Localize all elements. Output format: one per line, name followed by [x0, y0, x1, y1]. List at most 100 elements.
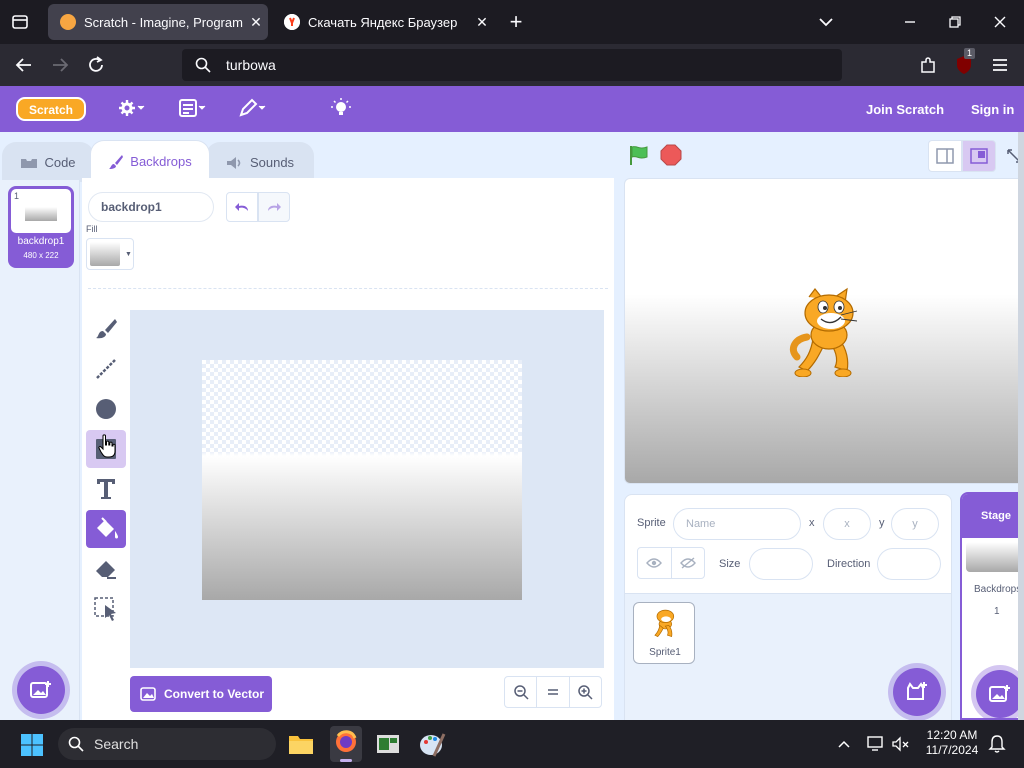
- restore-button[interactable]: [945, 12, 965, 32]
- file-explorer-icon[interactable]: [288, 732, 314, 756]
- paint-app-icon[interactable]: [418, 730, 446, 758]
- network-icon[interactable]: [866, 735, 886, 753]
- notification-bell-icon[interactable]: [988, 734, 1006, 754]
- minimize-button[interactable]: [900, 12, 920, 32]
- extensions-icon[interactable]: [916, 53, 940, 77]
- tab-label: Code: [44, 155, 76, 170]
- direction-label: Direction: [827, 558, 871, 570]
- backdrop-index: 1: [14, 191, 20, 201]
- close-icon[interactable]: ✕: [470, 14, 494, 31]
- green-flag-icon: [630, 146, 648, 165]
- fill-color-picker[interactable]: ▼: [86, 238, 134, 270]
- choose-backdrop-button[interactable]: [17, 666, 65, 714]
- tab-title: Scratch - Imagine, Program, Share: [84, 14, 244, 30]
- tab-scratch[interactable]: Scratch - Imagine, Program, Share ✕: [48, 4, 268, 40]
- stage-selector-panel[interactable]: Stage Backdrops 1: [960, 492, 1024, 720]
- tool-circle[interactable]: [86, 390, 126, 428]
- tab-label: Sounds: [249, 155, 295, 170]
- start-button[interactable]: [20, 733, 44, 757]
- address-bar[interactable]: turbowa: [182, 49, 842, 81]
- tutorials-button[interactable]: [330, 86, 352, 132]
- browser-tab-bar: Scratch - Imagine, Program, Share ✕ Скач…: [0, 0, 1024, 44]
- sprite-name-input[interactable]: Name: [673, 508, 801, 540]
- green-flag-button[interactable]: [628, 144, 650, 166]
- tab-backdrops[interactable]: Backdrops: [90, 140, 210, 182]
- redo-button[interactable]: [258, 192, 290, 222]
- tab-code[interactable]: Code: [2, 142, 94, 182]
- sign-in-link[interactable]: Sign in: [971, 86, 1014, 132]
- paintbrush-icon: [108, 154, 124, 170]
- ublock-icon[interactable]: 1: [952, 48, 976, 77]
- settings-menu[interactable]: [118, 86, 146, 132]
- stop-button[interactable]: [660, 144, 682, 166]
- backdrop-item-1[interactable]: 1 backdrop1 480 x 222: [8, 186, 74, 268]
- svg-text:Scratch: Scratch: [29, 103, 73, 117]
- firefox-icon[interactable]: [330, 726, 362, 762]
- show-sprite-toggle[interactable]: [637, 547, 705, 579]
- paint-editor: backdrop1 Fill ▼ Convert to Vector: [82, 178, 614, 720]
- clock[interactable]: 12:20 AM 11/7/2024: [920, 728, 984, 760]
- tool-line[interactable]: [86, 350, 126, 388]
- size-input[interactable]: [749, 548, 813, 580]
- cat-plus-icon: [907, 682, 927, 700]
- paint-canvas-area[interactable]: [130, 310, 604, 668]
- tool-brush[interactable]: [86, 310, 126, 348]
- tool-text[interactable]: [86, 470, 126, 508]
- sprite-thumbnail-icon: [654, 609, 675, 638]
- scratch-logo[interactable]: Scratch: [16, 96, 86, 122]
- reload-button[interactable]: [84, 53, 108, 77]
- volume-muted-icon[interactable]: [892, 735, 910, 753]
- choose-backdrop-stage-button[interactable]: [976, 670, 1024, 718]
- clock-time: 12:20 AM: [926, 728, 978, 742]
- url-text[interactable]: turbowa: [226, 57, 276, 73]
- convert-to-vector-button[interactable]: Convert to Vector: [130, 676, 272, 712]
- join-scratch-link[interactable]: Join Scratch: [866, 86, 944, 132]
- taskbar-search[interactable]: Search: [58, 728, 276, 760]
- back-button[interactable]: [12, 53, 36, 77]
- hide-button[interactable]: [672, 548, 705, 578]
- new-tab-button[interactable]: +: [504, 10, 528, 34]
- zoom-in-button[interactable]: [570, 677, 601, 707]
- tool-eraser[interactable]: [86, 550, 126, 588]
- file-menu[interactable]: [178, 86, 208, 132]
- select-icon: [94, 597, 116, 621]
- app-icon[interactable]: [376, 732, 400, 756]
- menu-icon[interactable]: [988, 53, 1012, 77]
- chevron-up-icon[interactable]: [836, 736, 852, 752]
- direction-input[interactable]: [877, 548, 941, 580]
- tool-rectangle[interactable]: [86, 430, 126, 468]
- costume-name-input[interactable]: backdrop1: [88, 192, 214, 222]
- gear-icon: [118, 98, 146, 121]
- page-scrollbar[interactable]: [1018, 132, 1024, 720]
- eye-icon: [646, 558, 663, 568]
- close-window-button[interactable]: [990, 12, 1010, 32]
- tab-list-icon[interactable]: [10, 12, 30, 32]
- backdrop-artboard[interactable]: [202, 360, 522, 600]
- large-stage-button[interactable]: [962, 140, 996, 172]
- hand-cursor-icon: [98, 434, 116, 458]
- stage-thumbnail: [966, 542, 1024, 572]
- chevron-down-icon[interactable]: [816, 12, 836, 32]
- sprite-tile[interactable]: Sprite1: [633, 602, 695, 664]
- small-stage-button[interactable]: [928, 140, 962, 172]
- show-button[interactable]: [638, 548, 672, 578]
- stage-canvas[interactable]: [624, 178, 1024, 484]
- y-input[interactable]: y: [891, 508, 939, 540]
- tool-fill[interactable]: [86, 510, 126, 548]
- tab-sounds[interactable]: Sounds: [206, 142, 314, 182]
- undo-button[interactable]: [226, 192, 258, 222]
- fill-label: Fill: [86, 224, 98, 234]
- sprite-cat[interactable]: [785, 287, 871, 378]
- forward-button[interactable]: [48, 53, 72, 77]
- edit-menu[interactable]: [238, 86, 268, 132]
- zoom-reset-button[interactable]: [537, 677, 570, 707]
- zoom-out-button[interactable]: [505, 677, 538, 707]
- stage-header: Stage: [962, 494, 1024, 538]
- tab-yandex[interactable]: Скачать Яндекс Браузер ✕: [272, 4, 494, 40]
- x-input[interactable]: x: [823, 508, 871, 540]
- choose-sprite-button[interactable]: [893, 668, 941, 716]
- sprite-list-area: Sprite1: [625, 593, 951, 720]
- tool-select[interactable]: [86, 590, 126, 628]
- browser-nav-bar: turbowa 1: [0, 44, 1024, 86]
- close-icon[interactable]: ✕: [244, 14, 268, 31]
